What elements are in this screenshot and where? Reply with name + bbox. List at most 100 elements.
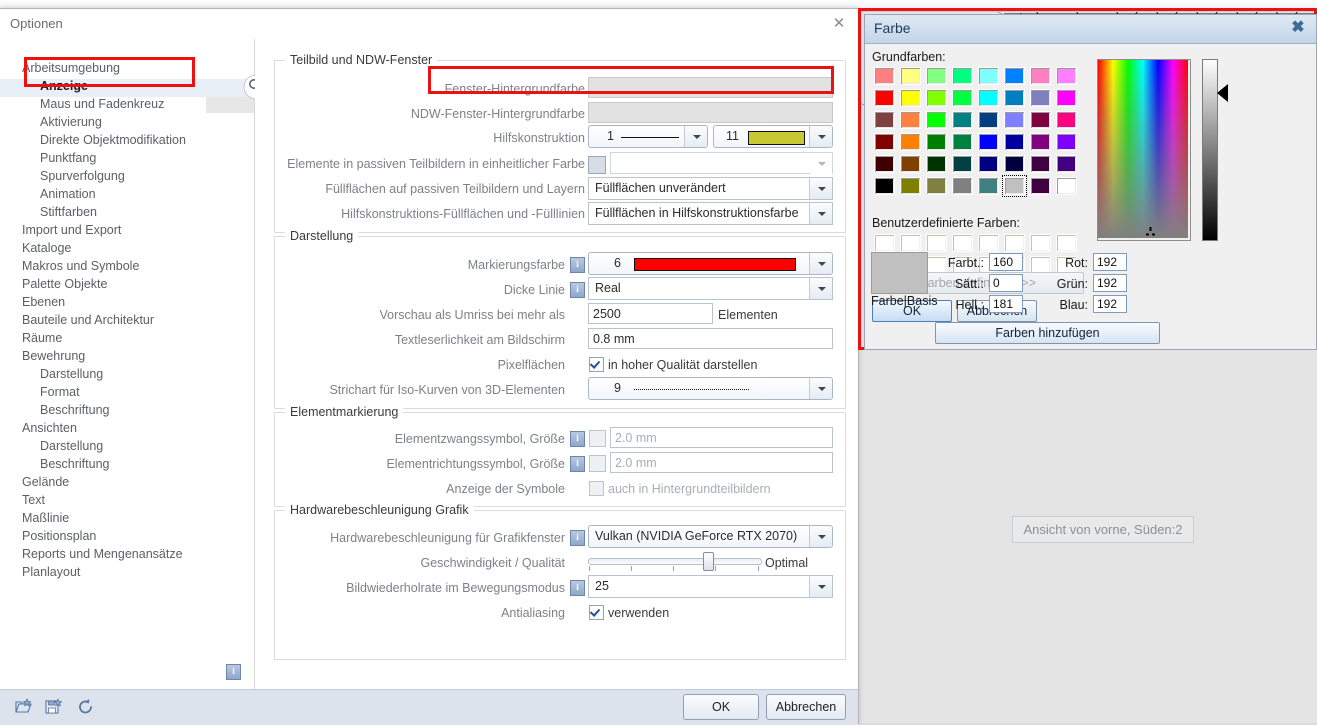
sidebar-item-darstellung[interactable]: Darstellung xyxy=(0,367,294,385)
fenster-hintergrundfarbe-field[interactable] xyxy=(588,77,833,98)
basic-color-swatch[interactable] xyxy=(926,111,947,129)
luminance-bar[interactable] xyxy=(1202,59,1218,241)
basic-color-swatch[interactable] xyxy=(952,177,973,195)
basic-color-swatch[interactable] xyxy=(1030,89,1051,107)
basic-color-swatch[interactable] xyxy=(926,133,947,151)
basic-color-swatch[interactable] xyxy=(1004,155,1025,173)
luminance-arrow-icon[interactable] xyxy=(1217,84,1228,102)
sidebar-item-kataloge[interactable]: Kataloge xyxy=(0,241,276,259)
basic-color-swatch[interactable] xyxy=(1030,155,1051,173)
basic-color-swatch[interactable] xyxy=(900,177,921,195)
basic-color-swatch[interactable] xyxy=(926,177,947,195)
sidebar-item-punktfang[interactable]: Punktfang xyxy=(0,151,294,169)
chevron-down-icon[interactable] xyxy=(809,178,832,199)
geschwindigkeit-slider-thumb[interactable] xyxy=(703,552,714,571)
chevron-down-icon[interactable] xyxy=(809,526,832,547)
custom-color-slot[interactable] xyxy=(952,234,973,252)
sidebar-item-aktivierung[interactable]: Aktivierung xyxy=(0,115,294,133)
basic-color-swatch[interactable] xyxy=(926,67,947,85)
basic-color-swatch[interactable] xyxy=(1056,67,1077,85)
chevron-down-icon[interactable] xyxy=(810,153,832,174)
basic-color-swatch[interactable] xyxy=(978,111,999,129)
hilfskonstruktion-color-combo[interactable]: 11 xyxy=(713,125,833,148)
basic-color-swatch[interactable] xyxy=(874,67,895,85)
basic-color-swatch[interactable] xyxy=(978,67,999,85)
red-input[interactable]: 192 xyxy=(1093,253,1127,271)
ndw-fenster-hintergrundfarbe-field[interactable] xyxy=(588,102,833,123)
info-icon[interactable]: i xyxy=(570,456,585,472)
basic-color-swatch[interactable] xyxy=(952,155,973,173)
info-icon[interactable]: i xyxy=(570,257,585,273)
strichart-iso-combo[interactable]: 9 xyxy=(588,377,833,400)
basic-color-swatch[interactable] xyxy=(978,155,999,173)
basic-color-swatch[interactable] xyxy=(874,111,895,129)
sidebar-item-makros-und-symbole[interactable]: Makros und Symbole xyxy=(0,259,276,277)
sidebar-item-gel-nde[interactable]: Gelände xyxy=(0,475,276,493)
chevron-down-icon[interactable] xyxy=(809,378,832,399)
sidebar-item-text[interactable]: Text xyxy=(0,493,276,511)
elementrichtungssymbol-input[interactable]: 2.0 mm xyxy=(610,452,833,473)
sidebar-item-ebenen[interactable]: Ebenen xyxy=(0,295,276,313)
basic-color-swatch[interactable] xyxy=(926,155,947,173)
chevron-down-icon[interactable] xyxy=(809,126,832,147)
custom-color-slot[interactable] xyxy=(874,234,895,252)
basic-color-swatch[interactable] xyxy=(1056,111,1077,129)
custom-color-slot[interactable] xyxy=(926,234,947,252)
hilfskonstruktion-pen-combo[interactable]: 1 xyxy=(588,125,708,148)
basic-color-swatch[interactable] xyxy=(1056,133,1077,151)
basic-color-swatch[interactable] xyxy=(1056,89,1077,107)
sidebar-item-animation[interactable]: Animation xyxy=(0,187,294,205)
hw-grafikfenster-combo[interactable]: Vulkan (NVIDIA GeForce RTX 2070) xyxy=(588,525,833,548)
basic-color-swatch[interactable] xyxy=(874,155,895,173)
custom-color-slot[interactable] xyxy=(1004,234,1025,252)
fuellflaechen-passiv-combo[interactable]: Füllflächen unverändert xyxy=(588,177,833,200)
hue-input[interactable]: 160 xyxy=(989,253,1023,271)
basic-color-swatch[interactable] xyxy=(1030,133,1051,151)
green-input[interactable]: 192 xyxy=(1093,274,1127,292)
basic-color-swatch[interactable] xyxy=(1002,175,1027,197)
sidebar-item-ansichten[interactable]: Ansichten xyxy=(0,421,276,439)
chevron-down-icon[interactable] xyxy=(809,203,832,224)
options-cancel-button[interactable]: Abbrechen xyxy=(766,694,846,720)
anzeige-symbole-checkbox[interactable] xyxy=(589,481,604,496)
sidebar-item-beschriftung[interactable]: Beschriftung xyxy=(0,403,294,421)
custom-color-slot[interactable] xyxy=(978,234,999,252)
sidebar-item-palette-objekte[interactable]: Palette Objekte xyxy=(0,277,276,295)
markierungsfarbe-combo[interactable]: 6 xyxy=(588,252,833,275)
antialiasing-checkbox[interactable] xyxy=(589,605,604,620)
basic-color-swatch[interactable] xyxy=(900,155,921,173)
basic-color-swatch[interactable] xyxy=(952,67,973,85)
lum-input[interactable]: 181 xyxy=(989,295,1023,313)
textleserlichkeit-input[interactable]: 0.8 mm xyxy=(588,328,833,349)
chevron-down-icon[interactable] xyxy=(684,126,707,147)
basic-color-swatch[interactable] xyxy=(952,111,973,129)
basic-color-swatch[interactable] xyxy=(900,133,921,151)
passive-farbe-checkbox[interactable] xyxy=(588,156,606,174)
basic-color-swatch[interactable] xyxy=(874,177,895,195)
basic-color-swatch[interactable] xyxy=(1056,155,1077,173)
bildwiederholrate-combo[interactable]: 25 xyxy=(588,575,833,598)
basic-color-swatch[interactable] xyxy=(900,89,921,107)
options-ok-button[interactable]: OK xyxy=(683,694,759,720)
sidebar-item-bauteile-und-architektur[interactable]: Bauteile und Architektur xyxy=(0,313,276,331)
basic-color-swatch[interactable] xyxy=(1056,177,1077,195)
chevron-down-icon[interactable] xyxy=(809,253,832,274)
basic-color-swatch[interactable] xyxy=(978,89,999,107)
basic-color-swatch[interactable] xyxy=(1004,111,1025,129)
add-colors-button[interactable]: Farben hinzufügen xyxy=(935,322,1160,344)
custom-color-slot[interactable] xyxy=(1030,234,1051,252)
basic-color-swatch[interactable] xyxy=(1030,67,1051,85)
elementzwangssymbol-input[interactable]: 2.0 mm xyxy=(610,427,833,448)
basic-color-swatch[interactable] xyxy=(978,177,999,195)
sidebar-item-positionsplan[interactable]: Positionsplan xyxy=(0,529,276,547)
sidebar-item-ma-linie[interactable]: Maßlinie xyxy=(0,511,276,529)
info-icon[interactable]: i xyxy=(570,282,585,298)
basic-color-swatch[interactable] xyxy=(1004,67,1025,85)
info-icon[interactable]: i xyxy=(570,431,585,447)
color-spectrum[interactable] xyxy=(1097,59,1191,241)
basic-color-swatch[interactable] xyxy=(900,67,921,85)
sidebar-item-darstellung[interactable]: Darstellung xyxy=(0,439,294,457)
passive-farbe-combo[interactable] xyxy=(610,152,833,174)
elementrichtungssymbol-checkbox[interactable] xyxy=(589,455,606,472)
basic-color-swatch[interactable] xyxy=(952,133,973,151)
